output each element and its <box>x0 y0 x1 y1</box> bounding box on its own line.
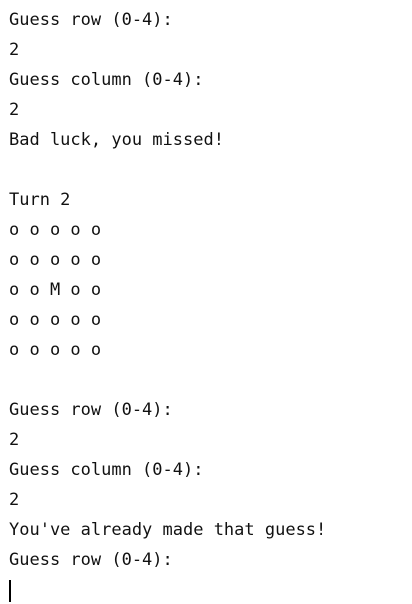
error-message: You've already made that guess! <box>9 520 327 540</box>
console-output[interactable]: Guess row (0-4): 2 Guess column (0-4): 2… <box>0 0 412 604</box>
input-echo-row: 2 <box>9 40 20 60</box>
result-message: Bad luck, you missed! <box>9 130 224 150</box>
prompt-guess-column: Guess column (0-4): <box>9 460 204 480</box>
board-row: o o o o o <box>9 250 102 270</box>
board-row: o o M o o <box>9 280 102 300</box>
board-row: o o o o o <box>9 340 102 360</box>
board-row: o o o o o <box>9 220 102 240</box>
input-echo-column: 2 <box>9 100 20 120</box>
prompt-guess-row: Guess row (0-4): <box>9 550 173 570</box>
prompt-guess-row: Guess row (0-4): <box>9 400 173 420</box>
board-row: o o o o o <box>9 310 102 330</box>
text-cursor[interactable] <box>9 580 11 602</box>
input-echo-row: 2 <box>9 430 20 450</box>
prompt-guess-column: Guess column (0-4): <box>9 70 204 90</box>
input-echo-column: 2 <box>9 490 20 510</box>
prompt-guess-row: Guess row (0-4): <box>9 10 173 30</box>
turn-label: Turn 2 <box>9 190 71 210</box>
